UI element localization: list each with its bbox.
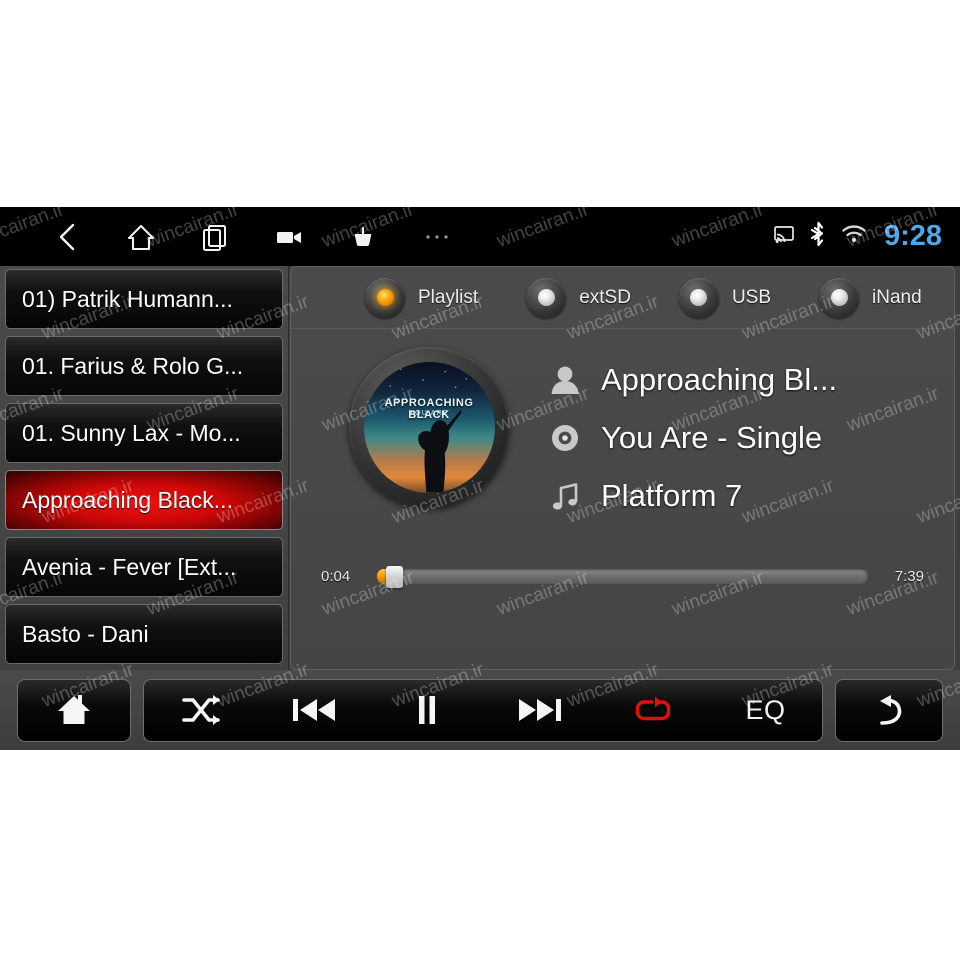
duration-time: 7:39 — [894, 567, 924, 585]
album-art[interactable]: APPROACHING BLACK YOU ARE — [349, 347, 509, 507]
return-arrow-icon — [880, 695, 902, 725]
list-item-label: Basto - Dani — [22, 620, 149, 647]
music-note-icon — [539, 479, 591, 513]
pause-button[interactable] — [370, 679, 483, 742]
seek-thumb[interactable] — [386, 566, 403, 588]
album-row: You Are - Single — [539, 409, 837, 467]
clock: 9:28 — [883, 220, 942, 252]
list-item[interactable]: 01. Farius & Rolo G... — [5, 336, 283, 396]
screenshot-icon[interactable] — [326, 207, 400, 266]
radio-knob — [819, 277, 860, 318]
list-item[interactable]: 01. Sunny Lax - Mo... — [5, 403, 283, 463]
eq-button[interactable]: EQ — [709, 679, 822, 742]
artist-name: Approaching Bl... — [601, 362, 838, 397]
head-unit-screen: 9:28 01) Patrik Humann... 01. Farius & R… — [0, 207, 960, 750]
source-label: extSD — [579, 286, 631, 308]
source-option-extsd[interactable]: extSD — [526, 277, 631, 318]
album-art-title: APPROACHING BLACK — [384, 396, 474, 421]
previous-icon — [292, 699, 335, 721]
list-item-label: 01. Farius & Rolo G... — [22, 352, 244, 379]
person-icon — [539, 363, 591, 397]
eq-label: EQ — [745, 694, 786, 725]
track-info: Approaching Bl... You Are - Single Platf… — [539, 351, 837, 525]
source-label: Playlist — [418, 286, 479, 308]
list-item[interactable]: Avenia - Fever [Ext... — [5, 537, 283, 597]
album-name: You Are - Single — [601, 420, 823, 455]
home-button[interactable] — [17, 678, 131, 742]
now-playing: APPROACHING BLACK YOU ARE Approaching Bl… — [291, 329, 954, 611]
wifi-icon — [841, 224, 867, 249]
pause-icon — [418, 696, 435, 724]
more-icon[interactable] — [400, 207, 474, 266]
previous-button[interactable] — [257, 679, 370, 742]
control-bar: EQ — [0, 670, 960, 750]
back-icon[interactable] — [30, 207, 104, 266]
next-icon — [518, 699, 561, 721]
next-button[interactable] — [483, 679, 596, 742]
home-icon[interactable] — [104, 207, 178, 266]
shuffle-button[interactable] — [144, 679, 257, 742]
navigation-icons — [0, 207, 474, 266]
progress-area: 0:04 7:39 — [291, 559, 954, 593]
home-icon — [58, 695, 90, 724]
source-label: iNand — [872, 286, 922, 308]
repeat-icon — [635, 696, 670, 721]
list-item[interactable]: 01) Patrik Humann... — [5, 269, 283, 329]
source-label: USB — [731, 286, 772, 308]
seek-slider[interactable] — [377, 566, 868, 588]
recents-icon[interactable] — [178, 207, 252, 266]
media-panel: Playlist extSD USB iNand APPROACHING BLA… — [290, 266, 955, 670]
list-item-label: 01) Patrik Humann... — [22, 285, 233, 312]
back-button[interactable] — [835, 678, 943, 742]
video-camera-icon[interactable] — [252, 207, 326, 266]
album-art-subtitle: YOU ARE — [409, 409, 449, 417]
seek-rail — [377, 569, 868, 584]
system-icons: 9:28 — [773, 207, 942, 266]
list-item-label: Approaching Black... — [22, 486, 233, 513]
cast-icon — [773, 225, 795, 249]
source-option-usb[interactable]: USB — [678, 277, 772, 318]
elapsed-time: 0:04 — [321, 567, 351, 585]
artist-row: Approaching Bl... — [539, 351, 837, 409]
source-selector: Playlist extSD USB iNand — [291, 267, 954, 329]
playlist-panel[interactable]: 01) Patrik Humann... 01. Farius & Rolo G… — [0, 266, 289, 670]
list-item-label: 01. Sunny Lax - Mo... — [22, 419, 241, 446]
status-bar: 9:28 — [0, 207, 960, 266]
radio-knob-on — [365, 277, 405, 318]
list-item[interactable]: Basto - Dani — [5, 604, 283, 664]
list-item-selected[interactable]: Approaching Black... — [5, 470, 283, 530]
disc-icon — [539, 421, 591, 455]
repeat-button[interactable] — [596, 679, 709, 742]
bluetooth-icon — [808, 221, 828, 252]
radio-knob — [678, 277, 719, 318]
source-option-playlist[interactable]: Playlist — [365, 277, 479, 318]
transport-controls: EQ — [143, 678, 823, 742]
shuffle-icon — [181, 695, 220, 725]
radio-knob — [526, 277, 567, 318]
seek-fill — [377, 569, 386, 584]
track-name: Platform 7 — [601, 478, 743, 513]
source-option-inand[interactable]: iNand — [819, 277, 922, 318]
track-row: Platform 7 — [539, 467, 837, 525]
list-item-label: Avenia - Fever [Ext... — [22, 553, 237, 580]
